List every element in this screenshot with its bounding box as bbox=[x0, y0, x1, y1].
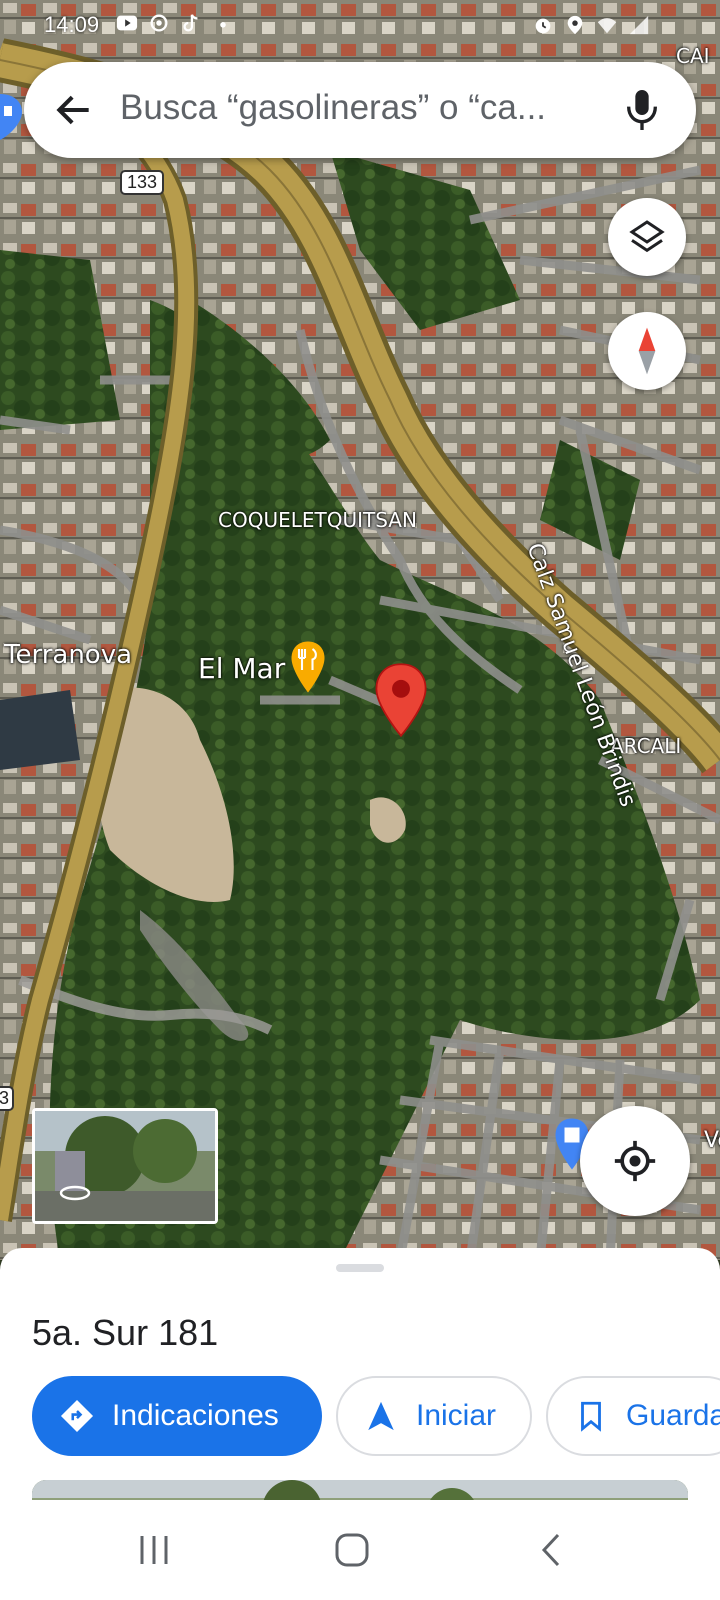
map-label-coqueletquitsan: COQUELETQUITSAN bbox=[218, 508, 417, 532]
street-view-thumbnail[interactable] bbox=[32, 1108, 218, 1224]
sync-icon bbox=[150, 14, 168, 32]
map-view[interactable]: 14:09 CAI Busca “gasolineras” o “ca... 1… bbox=[0, 0, 720, 1260]
directions-label: Indicaciones bbox=[112, 1399, 279, 1432]
status-left-icons bbox=[116, 12, 234, 34]
compass-button[interactable] bbox=[608, 312, 686, 390]
restaurant-label[interactable]: El Mar bbox=[198, 652, 285, 685]
sheet-drag-handle[interactable] bbox=[336, 1264, 384, 1272]
layers-icon bbox=[629, 220, 665, 253]
status-right-icons bbox=[532, 14, 650, 36]
signal-icon bbox=[629, 15, 649, 35]
directions-icon bbox=[60, 1399, 94, 1433]
save-button[interactable]: Guarda bbox=[546, 1376, 720, 1456]
navigation-arrow-icon bbox=[368, 1401, 394, 1431]
highway-shield-133: 133 bbox=[120, 170, 165, 195]
satellite-imagery bbox=[0, 0, 720, 1260]
wifi-icon bbox=[597, 18, 617, 34]
start-label: Iniciar bbox=[416, 1399, 497, 1432]
location-icon bbox=[567, 15, 583, 35]
back-icon[interactable] bbox=[536, 1530, 566, 1570]
youtube-icon bbox=[116, 15, 138, 31]
search-bar[interactable]: Busca “gasolineras” o “ca... bbox=[24, 62, 696, 158]
recents-icon[interactable] bbox=[134, 1532, 174, 1568]
highway-shield-edge: 3 bbox=[0, 1086, 15, 1111]
map-label-edge-right: Ve bbox=[704, 1128, 720, 1153]
map-label-terranova: Terranova bbox=[4, 640, 133, 670]
map-label-edge-top: CAI bbox=[676, 44, 710, 68]
tiktok-icon bbox=[183, 14, 198, 32]
save-label: Guarda bbox=[626, 1399, 720, 1432]
status-bar: 14:09 bbox=[0, 8, 720, 44]
alarm-icon bbox=[535, 18, 551, 34]
start-button[interactable]: Iniciar bbox=[336, 1376, 532, 1456]
microphone-icon[interactable] bbox=[622, 86, 662, 134]
dot-icon bbox=[220, 22, 226, 28]
location-pin-icon[interactable] bbox=[374, 662, 428, 738]
status-time: 14:09 bbox=[44, 12, 100, 37]
restaurant-pin-icon[interactable] bbox=[290, 640, 326, 694]
directions-button[interactable]: Indicaciones bbox=[32, 1376, 322, 1456]
back-arrow-icon[interactable] bbox=[52, 88, 96, 132]
place-address: 5a. Sur 181 bbox=[32, 1312, 219, 1353]
my-location-button[interactable] bbox=[580, 1106, 690, 1216]
layers-button[interactable] bbox=[608, 198, 686, 276]
home-icon[interactable] bbox=[332, 1530, 372, 1570]
crosshair-icon bbox=[614, 1140, 656, 1182]
android-nav-bar bbox=[0, 1500, 720, 1600]
360-rotate-icon bbox=[59, 1185, 91, 1201]
bookmark-icon bbox=[581, 1401, 601, 1432]
search-input[interactable]: Busca “gasolineras” o “ca... bbox=[120, 88, 620, 128]
street-view-image bbox=[35, 1111, 215, 1221]
gas-station-pin-icon[interactable] bbox=[0, 92, 24, 142]
compass-icon bbox=[638, 327, 656, 375]
